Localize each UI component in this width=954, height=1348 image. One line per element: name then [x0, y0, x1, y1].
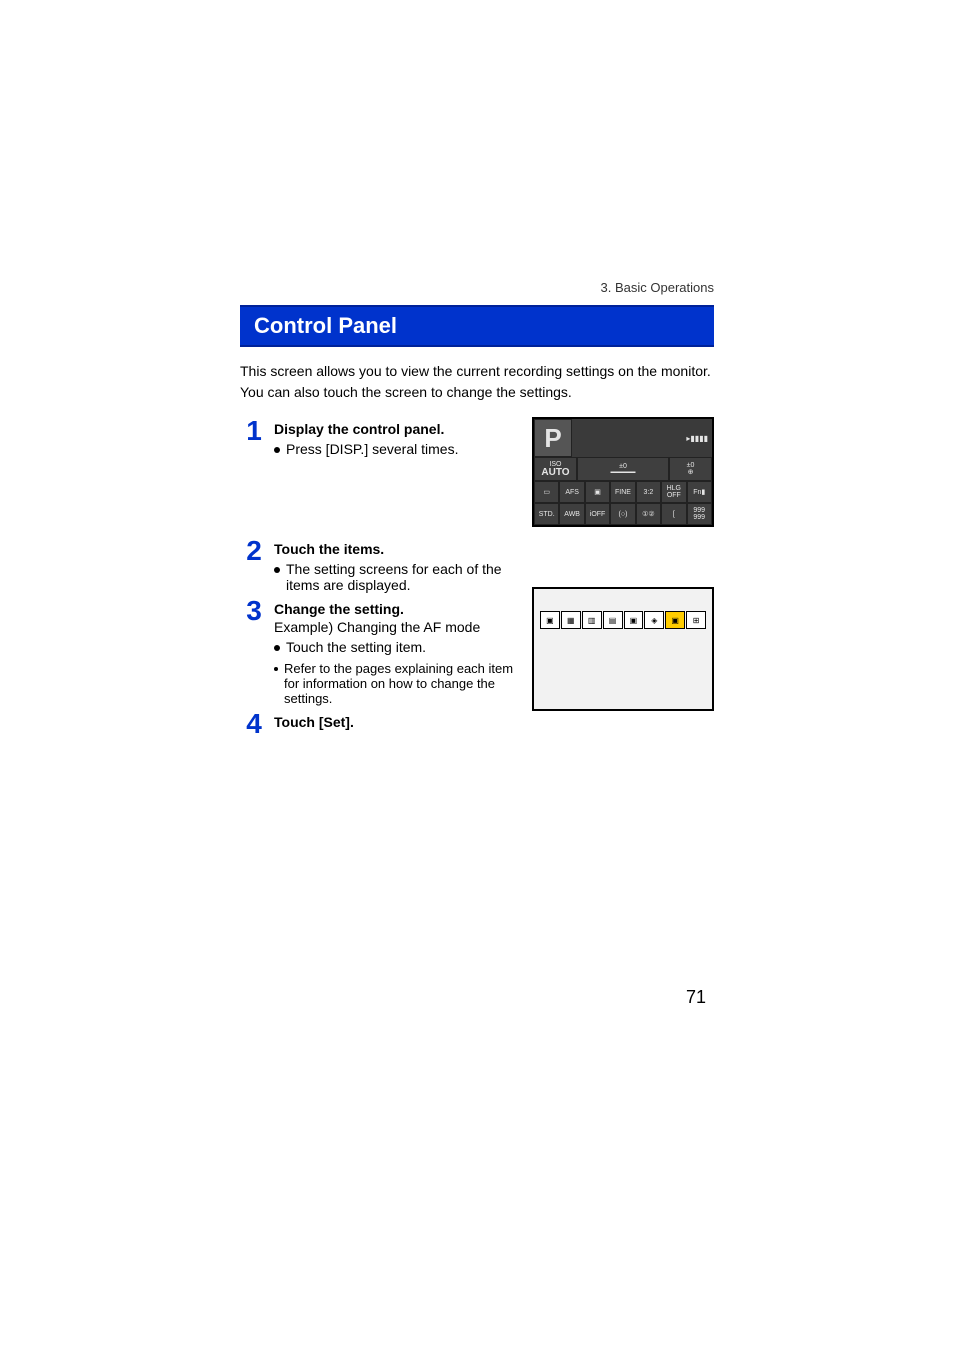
step-4-number: 4: [240, 710, 268, 738]
page-number: 71: [686, 987, 706, 1008]
step-1-heading: Display the control panel.: [274, 421, 444, 437]
af-option-6: ◈: [644, 611, 664, 629]
step-4-heading: Touch [Set].: [274, 714, 354, 730]
r3c6: HLG OFF: [661, 481, 686, 503]
breadcrumb: 3. Basic Operations: [240, 280, 714, 295]
r3c7: Fn▮: [687, 481, 712, 503]
r3c3: ▣: [585, 481, 610, 503]
r3c1: ▭: [534, 481, 559, 503]
step-3-example: Example) Changing the AF mode: [274, 619, 522, 635]
af-option-7-selected: ▣: [665, 611, 685, 629]
r4c1: STD.: [534, 503, 559, 525]
iso-cell: ISO AUTO: [534, 457, 577, 481]
r4c5: ①②: [636, 503, 661, 525]
step-2-heading: Touch the items.: [274, 541, 384, 557]
r3c2: AFS: [559, 481, 584, 503]
step-2-bullet: The setting screens for each of the item…: [286, 561, 522, 593]
bullet-icon: [274, 567, 280, 573]
section-title: Control Panel: [240, 305, 714, 347]
r3c5: 3:2: [636, 481, 661, 503]
af-option-1: ▣: [540, 611, 560, 629]
step-3-heading: Change the setting.: [274, 601, 404, 617]
bullet-icon: [274, 447, 280, 453]
af-option-3: ▥: [582, 611, 602, 629]
exposure-cell: ±0 ⊕: [669, 457, 712, 481]
step-3-bullet: Touch the setting item.: [286, 639, 426, 655]
r4c7: 999 999: [687, 503, 712, 525]
af-option-4: ▤: [603, 611, 623, 629]
mode-indicator: P: [534, 419, 572, 457]
bullet-icon: [274, 645, 280, 651]
step-2-number: 2: [240, 537, 268, 565]
r3c4: FINE: [610, 481, 635, 503]
battery-icon: ▸▮▮▮▮: [686, 434, 708, 443]
r4c2: AWB: [559, 503, 584, 525]
step-3-number: 3: [240, 597, 268, 625]
r4c6: [: [661, 503, 686, 525]
r4c4: (○): [610, 503, 635, 525]
intro-text: This screen allows you to view the curre…: [240, 361, 714, 403]
af-option-5: ▣: [624, 611, 644, 629]
r4c3: iOFF: [585, 503, 610, 525]
af-option-8: ⊞: [686, 611, 706, 629]
control-panel-figure: P ▸▮▮▮▮ ISO AUTO ±0 ▬▬▬▬▬ ±0: [532, 417, 714, 527]
dot-icon: [274, 667, 278, 671]
af-mode-figure: ▣ ▦ ▥ ▤ ▣ ◈ ▣ ⊞: [532, 587, 714, 711]
ev-cell: ±0 ▬▬▬▬▬: [577, 457, 669, 481]
step-3-note: Refer to the pages explaining each item …: [284, 661, 522, 706]
af-option-2: ▦: [561, 611, 581, 629]
step-1-number: 1: [240, 417, 268, 445]
step-1-bullet: Press [DISP.] several times.: [286, 441, 458, 457]
